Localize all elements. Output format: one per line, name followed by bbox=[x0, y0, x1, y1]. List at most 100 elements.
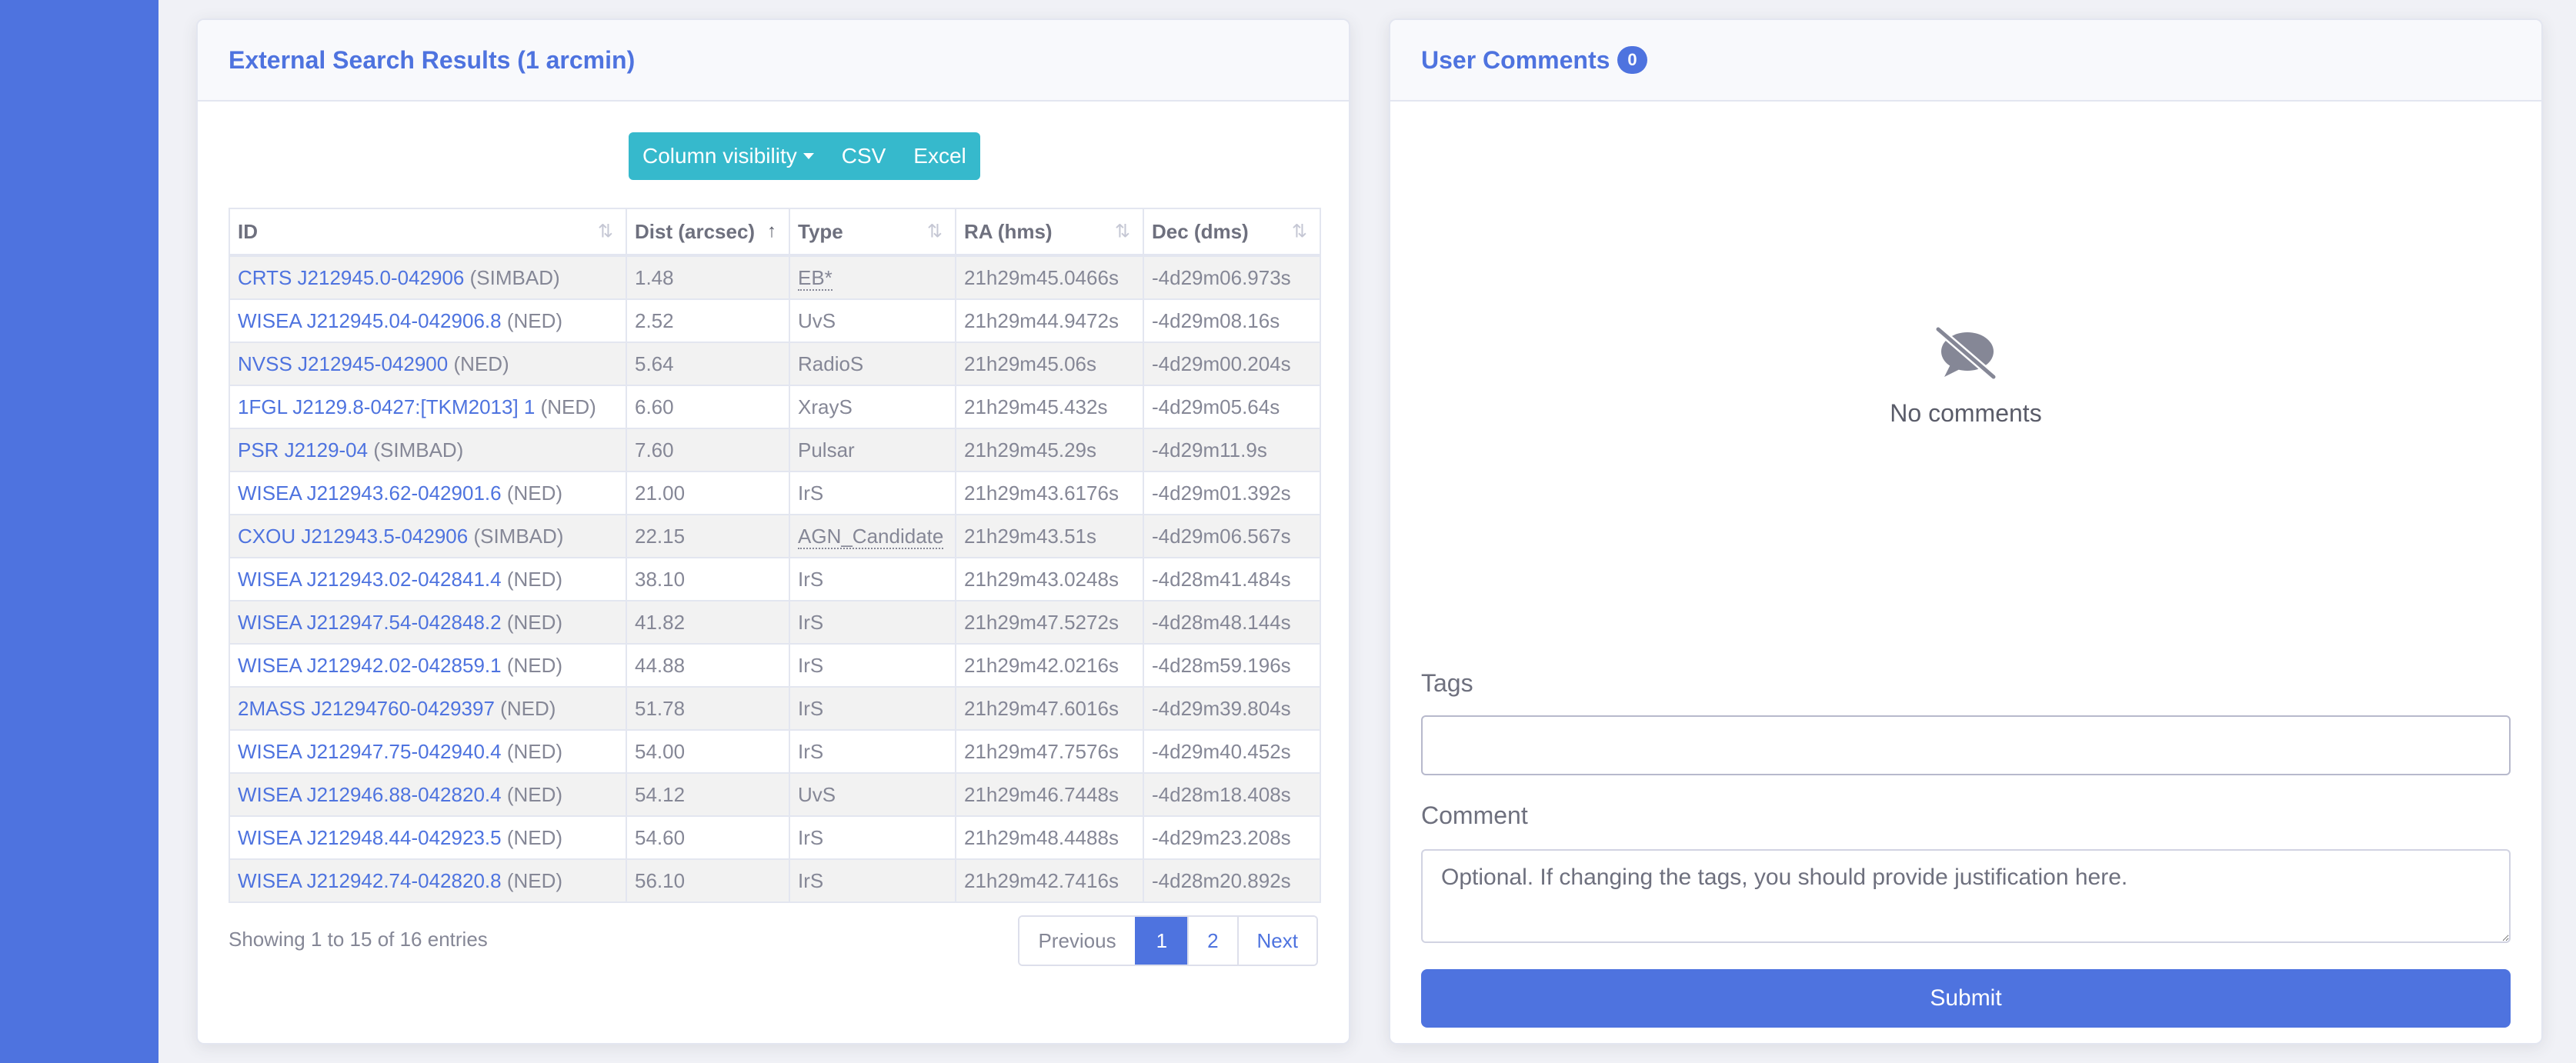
object-id-link[interactable]: WISEA J212947.54-042848.2 bbox=[238, 611, 502, 634]
table-info: Showing 1 to 15 of 16 entries bbox=[229, 928, 488, 951]
object-id-link[interactable]: NVSS J212945-042900 bbox=[238, 352, 448, 375]
excel-button[interactable]: Excel bbox=[899, 132, 979, 180]
table-row: NVSS J212945-042900 (NED) 5.64 RadioS 21h29… bbox=[229, 342, 1321, 386]
source-label: (NED) bbox=[500, 696, 556, 720]
type-label: IrS bbox=[798, 481, 824, 505]
type-cell: IrS bbox=[789, 643, 956, 688]
ra-cell: 21h29m46.7448s bbox=[955, 772, 1144, 817]
id-cell: 2MASS J21294760-0429397 (NED) bbox=[229, 686, 627, 731]
id-cell: WISEA J212942.74-042820.8 (NED) bbox=[229, 858, 627, 903]
object-id-link[interactable]: WISEA J212946.88-042820.4 bbox=[238, 783, 502, 806]
external-search-card: External Search Results (1 arcmin) Colum… bbox=[196, 18, 1350, 1045]
dec-cell: -4d28m48.144s bbox=[1143, 600, 1321, 645]
ra-cell: 21h29m47.7576s bbox=[955, 729, 1144, 774]
id-cell: WISEA J212942.02-042859.1 (NED) bbox=[229, 643, 627, 688]
type-label: AGN_Candidate bbox=[798, 524, 944, 549]
ra-cell: 21h29m45.06s bbox=[955, 342, 1144, 386]
type-label: IrS bbox=[798, 825, 824, 849]
object-id-link[interactable]: WISEA J212948.44-042923.5 bbox=[238, 826, 502, 849]
card-header: External Search Results (1 arcmin) bbox=[198, 20, 1349, 102]
results-table: ID ⇅ Dist (arcsec) ↑ Type ⇅ RA (hms) ⇅ Dec (… bbox=[229, 208, 1321, 903]
table-row: WISEA J212943.02-042841.4 (NED) 38.10 IrS 2… bbox=[229, 557, 1321, 601]
object-id-link[interactable]: WISEA J212943.62-042901.6 bbox=[238, 482, 502, 505]
ra-cell: 21h29m45.29s bbox=[955, 428, 1144, 472]
id-cell: PSR J2129-04 (SIMBAD) bbox=[229, 428, 627, 472]
source-label: (SIMBAD) bbox=[473, 524, 564, 548]
sort-ascending-icon: ↑ bbox=[767, 221, 776, 242]
type-label: Pulsar bbox=[798, 438, 855, 462]
column-visibility-button[interactable]: Column visibility bbox=[629, 132, 828, 180]
table-button-group: Column visibility CSV Excel bbox=[629, 132, 980, 180]
object-id-link[interactable]: WISEA J212947.75-042940.4 bbox=[238, 740, 502, 763]
column-header-label: RA (hms) bbox=[964, 219, 1053, 243]
object-id-link[interactable]: CRTS J212945.0-042906 bbox=[238, 266, 464, 289]
source-label: (SIMBAD) bbox=[469, 265, 560, 289]
source-label: (NED) bbox=[506, 481, 563, 505]
table-row: WISEA J212942.02-042859.1 (NED) 44.88 IrS 2… bbox=[229, 643, 1321, 688]
dist-cell: 21.00 bbox=[626, 471, 790, 515]
id-cell: WISEA J212946.88-042820.4 (NED) bbox=[229, 772, 627, 817]
table-row: CRTS J212945.0-042906 (SIMBAD) 1.48 EB* 21h… bbox=[229, 255, 1321, 300]
page-1-button[interactable]: 1 bbox=[1134, 917, 1188, 965]
ra-cell: 21h29m43.6176s bbox=[955, 471, 1144, 515]
type-cell: IrS bbox=[789, 858, 956, 903]
dec-cell: -4d29m11.9s bbox=[1143, 428, 1321, 472]
type-label: IrS bbox=[798, 653, 824, 677]
object-id-link[interactable]: WISEA J212943.02-042841.4 bbox=[238, 568, 502, 591]
table-row: PSR J2129-04 (SIMBAD) 7.60 Pulsar 21h29m45.… bbox=[229, 428, 1321, 472]
dec-cell: -4d29m23.208s bbox=[1143, 815, 1321, 860]
object-id-link[interactable]: CXOU J212943.5-042906 bbox=[238, 525, 468, 548]
source-label: (NED) bbox=[506, 825, 563, 849]
column-header-id[interactable]: ID ⇅ bbox=[229, 208, 627, 257]
dist-cell: 22.15 bbox=[626, 514, 790, 558]
column-header-type[interactable]: Type ⇅ bbox=[789, 208, 956, 257]
comment-textarea[interactable] bbox=[1421, 849, 2511, 943]
object-id-link[interactable]: PSR J2129-04 bbox=[238, 438, 368, 462]
source-label: (NED) bbox=[506, 567, 563, 591]
card-title: External Search Results (1 arcmin) bbox=[229, 45, 636, 74]
type-label: IrS bbox=[798, 610, 824, 634]
id-cell: WISEA J212947.54-042848.2 (NED) bbox=[229, 600, 627, 645]
sidebar bbox=[0, 0, 158, 1063]
card-title: User Comments bbox=[1421, 45, 1610, 74]
type-cell: IrS bbox=[789, 729, 956, 774]
column-header-ra[interactable]: RA (hms) ⇅ bbox=[955, 208, 1144, 257]
type-label: UvS bbox=[798, 308, 836, 332]
type-cell: IrS bbox=[789, 600, 956, 645]
object-id-link[interactable]: 2MASS J21294760-0429397 bbox=[238, 697, 495, 720]
column-header-label: Type bbox=[798, 219, 843, 243]
id-cell: WISEA J212943.02-042841.4 (NED) bbox=[229, 557, 627, 601]
column-header-label: Dec (dms) bbox=[1152, 219, 1249, 243]
previous-page-button[interactable]: Previous bbox=[1019, 917, 1135, 965]
empty-state: No comments bbox=[1421, 325, 2511, 428]
dist-cell: 1.48 bbox=[626, 255, 790, 300]
column-visibility-label: Column visibility bbox=[642, 144, 797, 168]
sort-icon: ⇅ bbox=[1291, 221, 1307, 242]
submit-button[interactable]: Submit bbox=[1421, 969, 2511, 1028]
type-cell: UvS bbox=[789, 772, 956, 817]
table-row: WISEA J212945.04-042906.8 (NED) 2.52 UvS 21… bbox=[229, 298, 1321, 343]
column-header-dec[interactable]: Dec (dms) ⇅ bbox=[1143, 208, 1321, 257]
dec-cell: -4d28m59.196s bbox=[1143, 643, 1321, 688]
type-label: IrS bbox=[798, 868, 824, 892]
page-2-button[interactable]: 2 bbox=[1187, 917, 1237, 965]
card-header: User Comments 0 bbox=[1390, 20, 2541, 102]
column-header-dist[interactable]: Dist (arcsec) ↑ bbox=[626, 208, 790, 257]
next-page-button[interactable]: Next bbox=[1236, 917, 1316, 965]
type-cell: IrS bbox=[789, 557, 956, 601]
csv-button[interactable]: CSV bbox=[828, 132, 900, 180]
object-id-link[interactable]: WISEA J212942.74-042820.8 bbox=[238, 869, 502, 892]
object-id-link[interactable]: 1FGL J2129.8-0427:[TKM2013] 1 bbox=[238, 395, 535, 418]
type-cell: UvS bbox=[789, 298, 956, 343]
dec-cell: -4d28m20.892s bbox=[1143, 858, 1321, 903]
object-id-link[interactable]: WISEA J212945.04-042906.8 bbox=[238, 309, 502, 332]
tags-input[interactable] bbox=[1421, 715, 2511, 775]
id-cell: WISEA J212945.04-042906.8 (NED) bbox=[229, 298, 627, 343]
ra-cell: 21h29m45.0466s bbox=[955, 255, 1144, 300]
dist-cell: 2.52 bbox=[626, 298, 790, 343]
source-label: (NED) bbox=[506, 782, 563, 806]
table-row: WISEA J212943.62-042901.6 (NED) 21.00 IrS 2… bbox=[229, 471, 1321, 515]
type-cell: IrS bbox=[789, 686, 956, 731]
dec-cell: -4d29m00.204s bbox=[1143, 342, 1321, 386]
object-id-link[interactable]: WISEA J212942.02-042859.1 bbox=[238, 654, 502, 677]
